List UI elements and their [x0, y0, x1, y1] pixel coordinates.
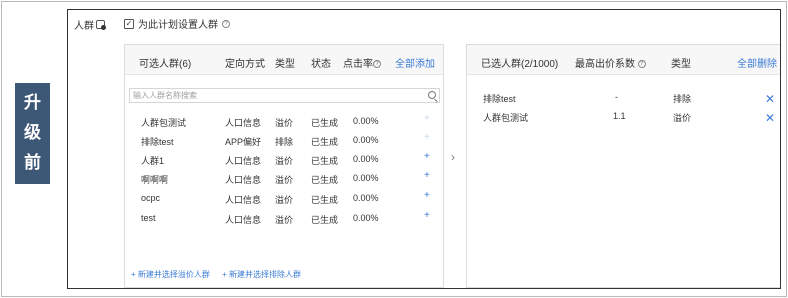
add-audience-plus-icon[interactable]: +: [424, 132, 430, 143]
audience-row: ocpc 人口信息 溢价 已生成 0.00% +: [125, 189, 443, 207]
audience-search-box[interactable]: [129, 88, 440, 103]
audience-ctr: 0.00%: [353, 173, 379, 183]
audience-row: 人群包测试 人口信息 溢价 已生成 0.00% +: [125, 112, 443, 130]
audience-type: 溢价: [275, 118, 294, 128]
max-bid-help-icon[interactable]: ?: [637, 60, 646, 69]
audience-row: test 人口信息 溢价 已生成 0.00% +: [125, 209, 443, 227]
audience-label-text: 人群: [74, 21, 94, 32]
set-audience-checkbox-row[interactable]: ✓ 为此计划设置人群 ?: [124, 16, 230, 31]
new-premium-audience-link[interactable]: + 新建并选择溢价人群: [131, 270, 210, 279]
column-header-type: 类型: [275, 59, 295, 70]
ctr-header-text: 点击率: [343, 59, 373, 70]
selected-audiences-title: 已选人群(2/1000): [481, 59, 559, 70]
upgrade-before-banner: 升 级 前: [15, 83, 50, 184]
audience-type: 排除: [275, 137, 294, 147]
selected-audience-type: 溢价: [673, 113, 692, 123]
selected-audience-row: 人群包测试 1.1 溢价 ✕: [467, 107, 780, 125]
create-audience-links: + 新建并选择溢价人群 + 新建并选择排除人群: [131, 269, 311, 280]
search-icon[interactable]: [428, 91, 436, 99]
audience-method: 人口信息: [225, 118, 262, 128]
add-audience-plus-icon[interactable]: +: [424, 190, 430, 201]
audience-type: 溢价: [275, 175, 294, 185]
add-audience-plus-icon[interactable]: +: [424, 113, 430, 124]
selected-audience-max-bid: 1.1: [613, 111, 626, 121]
audience-type: 溢价: [275, 156, 294, 166]
new-exclude-audience-link[interactable]: + 新建并选择排除人群: [222, 270, 301, 279]
audience-settings-frame: 人群 ✓ 为此计划设置人群 ? 可选人群(6) 定向方式 类型 状态 点击率? …: [67, 9, 781, 289]
audience-method: 人口信息: [225, 215, 262, 225]
close-icon[interactable]: ✕: [765, 92, 775, 106]
audience-status: 已生成: [311, 118, 339, 128]
selected-audience-max-bid: -: [615, 92, 618, 102]
banner-char: 升: [24, 93, 41, 114]
column-header-max-bid: 最高出价系数 ?: [575, 55, 646, 70]
audience-ctr: 0.00%: [353, 135, 379, 145]
close-icon[interactable]: ✕: [765, 111, 775, 125]
audience-field-label: 人群: [74, 17, 106, 32]
audience-row: 啊啊啊 人口信息 溢价 已生成 0.00% +: [125, 169, 443, 187]
audience-status: 已生成: [311, 137, 339, 147]
audience-method: 人口信息: [225, 156, 262, 166]
set-audience-label: 为此计划设置人群: [138, 20, 218, 31]
selected-audiences-header: 已选人群(2/1000) 最高出价系数 ? 类型 全部删除: [467, 45, 780, 75]
audience-status: 已生成: [311, 156, 339, 166]
audience-ctr: 0.00%: [353, 154, 379, 164]
audience-type: 溢价: [275, 195, 294, 205]
available-audiences-header: 可选人群(6) 定向方式 类型 状态 点击率? 全部添加: [125, 45, 443, 75]
add-all-button[interactable]: 全部添加: [395, 55, 435, 70]
audience-type: 溢价: [275, 215, 294, 225]
audience-ctr: 0.00%: [353, 116, 379, 126]
banner-char: 级: [24, 122, 41, 143]
column-header-status: 状态: [311, 59, 331, 70]
max-bid-header-text: 最高出价系数: [575, 59, 635, 70]
add-audience-plus-icon[interactable]: +: [424, 170, 430, 181]
available-audiences-title: 可选人群(6): [139, 59, 192, 70]
audience-row: 人群1 人口信息 溢价 已生成 0.00% +: [125, 150, 443, 168]
available-audiences-panel: 可选人群(6) 定向方式 类型 状态 点击率? 全部添加 人群包测试 人口信息 …: [124, 44, 444, 288]
selected-audience-name: 排除test: [483, 94, 516, 104]
chevron-right-icon: ›: [451, 150, 455, 164]
audience-status: 已生成: [311, 195, 339, 205]
set-audience-checkbox[interactable]: ✓: [124, 18, 134, 29]
audience-name: 排除test: [141, 137, 174, 147]
column-header-method: 定向方式: [225, 59, 265, 70]
audience-name: test: [141, 213, 156, 223]
audience-name: ocpc: [141, 193, 161, 203]
audience-status: 已生成: [311, 175, 339, 185]
banner-char: 前: [24, 152, 41, 173]
audience-ctr: 0.00%: [353, 193, 379, 203]
column-header-type: 类型: [671, 59, 691, 70]
selected-audience-type: 排除: [673, 94, 692, 104]
column-header-ctr: 点击率?: [343, 55, 381, 70]
selected-audiences-panel: 已选人群(2/1000) 最高出价系数 ? 类型 全部删除 排除test - 排…: [466, 44, 780, 288]
audience-name: 啊啊啊: [141, 175, 169, 185]
audience-search-input[interactable]: [130, 89, 420, 102]
ctr-help-icon[interactable]: ?: [373, 60, 381, 69]
add-audience-plus-icon[interactable]: +: [424, 210, 430, 221]
audience-status: 已生成: [311, 215, 339, 225]
audience-method: 人口信息: [225, 175, 262, 185]
audience-ctr: 0.00%: [353, 213, 379, 223]
audience-row: 排除test APP偏好 排除 已生成 0.00% +: [125, 131, 443, 149]
remove-all-button[interactable]: 全部删除: [737, 55, 777, 70]
audience-method: APP偏好: [225, 137, 262, 147]
help-icon[interactable]: ?: [222, 19, 230, 28]
audience-tag-icon: [96, 20, 106, 30]
audience-name: 人群1: [141, 156, 165, 166]
audience-method: 人口信息: [225, 195, 262, 205]
selected-audience-name: 人群包测试: [483, 113, 529, 123]
audience-name: 人群包测试: [141, 118, 187, 128]
add-audience-plus-icon[interactable]: +: [424, 151, 430, 162]
selected-audience-row: 排除test - 排除 ✕: [467, 88, 780, 106]
